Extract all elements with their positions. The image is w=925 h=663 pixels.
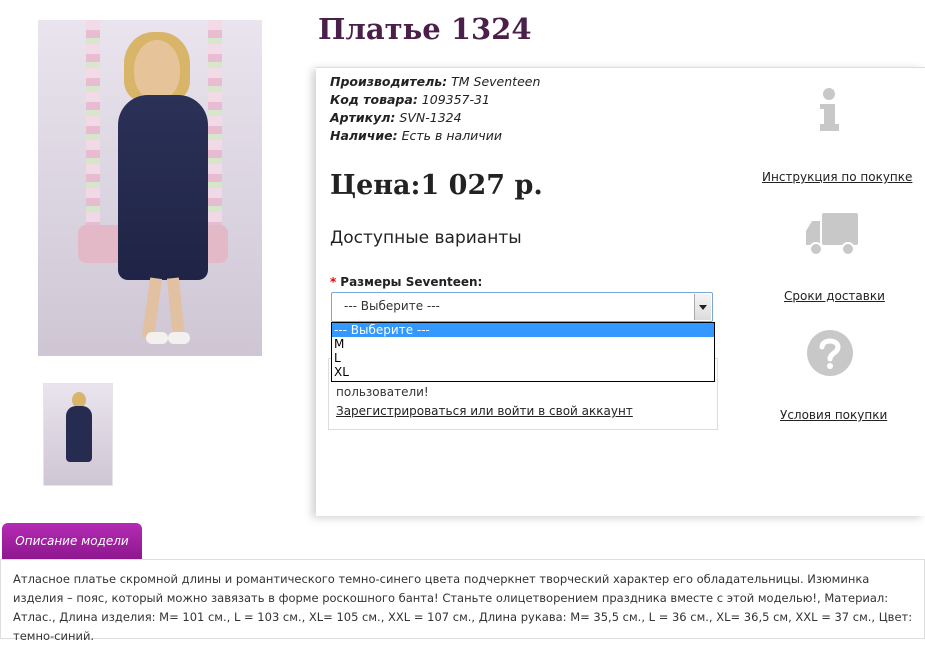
size-dropdown-list[interactable]: --- Выберите --- M L XL	[331, 322, 715, 382]
article-label: Артикул:	[330, 110, 396, 125]
variants-heading: Доступные варианты	[330, 228, 522, 248]
availability-value: Есть в наличии	[401, 128, 502, 143]
model-leg	[141, 277, 163, 339]
availability-line: Наличие: Есть в наличии	[330, 128, 502, 143]
purchase-terms-link[interactable]: Условия покупки	[780, 408, 887, 422]
tab-description[interactable]: Описание модели	[2, 523, 142, 559]
model-shoe	[146, 332, 168, 344]
register-login-link[interactable]: Зарегистрироваться или войти в свой акка…	[336, 404, 633, 418]
thumb-model-dress	[66, 406, 92, 462]
manufacturer-label: Производитель:	[330, 74, 448, 89]
swing-rope-right	[208, 20, 222, 250]
required-mark: *	[330, 275, 337, 289]
article-value: SVN-1324	[399, 110, 462, 125]
size-select[interactable]: --- Выберите ---	[331, 292, 713, 322]
availability-label: Наличие:	[330, 128, 398, 143]
size-select-value: --- Выберите ---	[344, 299, 440, 313]
model-dress	[118, 95, 208, 280]
manufacturer-value: TM Seventeen	[451, 74, 541, 89]
size-option[interactable]: L	[332, 351, 714, 365]
product-code-value: 109357-31	[421, 92, 490, 107]
size-label-text: Размеры Seventeen:	[340, 275, 483, 289]
swing-rope-left	[86, 20, 100, 250]
product-title: Платье 1324	[318, 12, 532, 46]
product-price: Цена:1 027 р.	[330, 170, 543, 201]
manufacturer-line: Производитель: TM Seventeen	[330, 74, 540, 89]
login-message-text: пользователи!	[336, 385, 429, 399]
model-shoe	[168, 332, 190, 344]
product-code-label: Код товара:	[330, 92, 418, 107]
product-info-panel: Производитель: TM Seventeen Код товара: …	[316, 67, 925, 516]
size-label: * Размеры Seventeen:	[330, 275, 482, 289]
description-box: Атласное платье скромной длины и романти…	[0, 559, 925, 643]
product-code-line: Код товара: 109357-31	[330, 92, 490, 107]
product-description: Атласное платье скромной длины и романти…	[13, 572, 913, 643]
size-option[interactable]: XL	[332, 365, 714, 379]
truck-icon	[806, 213, 858, 256]
purchase-instructions-link[interactable]: Инструкция по покупке	[762, 170, 912, 184]
info-icon	[820, 88, 839, 131]
delivery-times-link[interactable]: Сроки доставки	[784, 289, 885, 303]
product-main-image[interactable]	[38, 20, 262, 356]
product-thumbnail[interactable]	[43, 383, 113, 486]
article-line: Артикул: SVN-1324	[330, 110, 462, 125]
chevron-down-icon[interactable]	[694, 294, 711, 320]
size-option[interactable]: M	[332, 337, 714, 351]
size-option[interactable]: --- Выберите ---	[332, 323, 714, 337]
question-icon	[807, 330, 853, 376]
model-face	[134, 40, 180, 100]
model-leg	[166, 277, 186, 339]
